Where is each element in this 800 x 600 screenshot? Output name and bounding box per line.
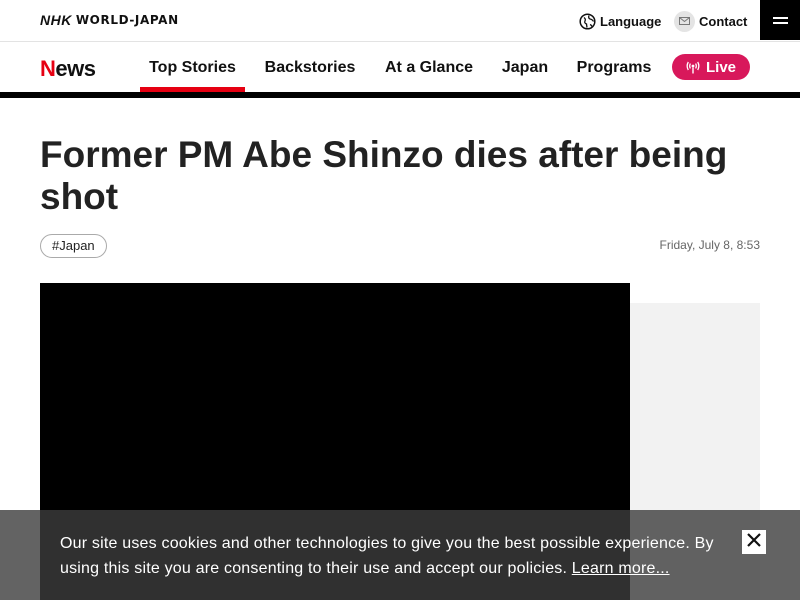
contact-button[interactable]: Contact — [674, 10, 747, 32]
contact-label: Contact — [699, 13, 748, 29]
nhk-world-japan-logo[interactable]: NHK WORLD-JAPAN — [40, 12, 179, 28]
learn-more-link[interactable]: Learn more... — [572, 560, 670, 577]
close-icon — [746, 532, 762, 553]
live-label: Live — [705, 58, 736, 76]
globe-icon — [578, 12, 596, 30]
main-nav: News Top Stories Backstories At a Glance… — [0, 42, 800, 94]
mail-icon — [674, 10, 695, 32]
language-label: Language — [600, 13, 662, 29]
cookie-close-button[interactable] — [742, 530, 766, 554]
nav-backstories[interactable]: Backstories — [257, 42, 363, 92]
tag-japan[interactable]: #Japan — [40, 234, 107, 258]
broadcast-icon — [686, 61, 700, 74]
hamburger-menu-icon[interactable] — [760, 0, 800, 40]
cookie-message: Our site uses cookies and other technolo… — [60, 531, 740, 581]
nav-programs[interactable]: Programs — [569, 42, 659, 92]
news-logo-rest: ews — [55, 56, 96, 81]
nav-divider — [0, 92, 800, 98]
cookie-banner: Our site uses cookies and other technolo… — [0, 510, 800, 600]
menu-bar — [772, 16, 788, 19]
news-logo-initial: N — [40, 56, 56, 81]
nav-japan[interactable]: Japan — [494, 42, 556, 92]
top-utility-bar: NHK WORLD-JAPAN Language Contact — [0, 0, 800, 42]
nav-top-stories[interactable]: Top Stories — [140, 42, 245, 92]
language-button[interactable]: Language — [578, 10, 661, 32]
article-date: Friday, July 8, 8:53 — [659, 238, 761, 252]
menu-bar — [772, 21, 788, 24]
news-logo[interactable]: News — [40, 56, 96, 82]
brand-world-japan: WORLD-JAPAN — [75, 13, 179, 27]
nav-at-a-glance[interactable]: At a Glance — [377, 42, 481, 92]
brand-nhk: NHK — [40, 12, 72, 28]
article-headline: Former PM Abe Shinzo dies after being sh… — [40, 134, 728, 217]
live-button[interactable]: Live — [672, 54, 750, 80]
